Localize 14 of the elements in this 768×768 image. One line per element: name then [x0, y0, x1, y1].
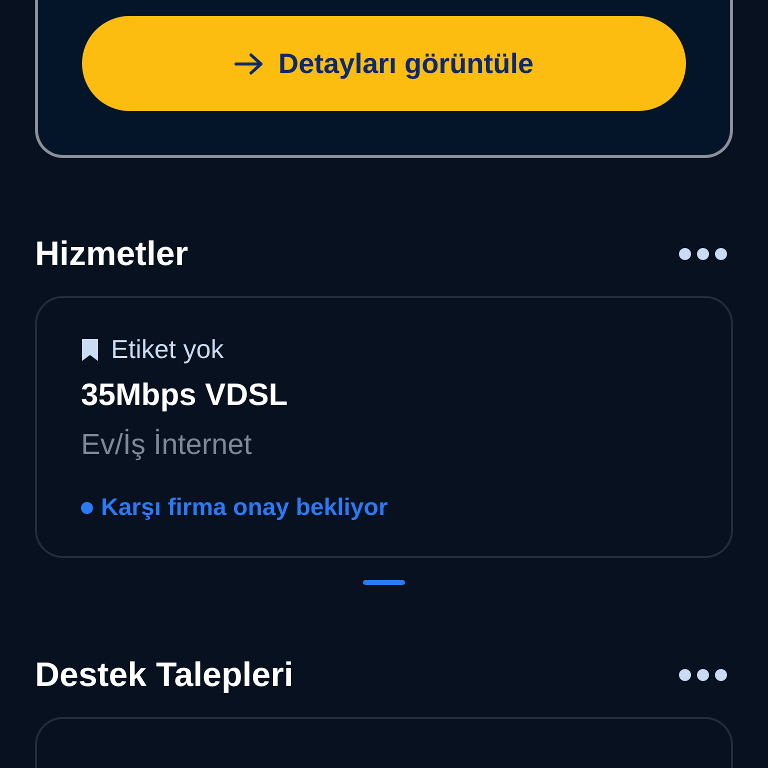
tag-label: Etiket yok	[111, 334, 224, 365]
section-title: Hizmetler	[35, 234, 188, 274]
status-dot	[81, 502, 93, 514]
section-title: Destek Talepleri	[35, 656, 294, 694]
service-card[interactable]: Etiket yok 35Mbps VDSL Ev/İş İnternet Karşı firma onay bekliyor	[35, 296, 733, 558]
page-indicator	[363, 580, 405, 585]
bookmark-icon	[81, 338, 99, 362]
details-button[interactable]: Detayları görüntüle	[82, 16, 686, 111]
service-category: Ev/İş İnternet	[81, 429, 253, 462]
more-icon[interactable]	[678, 668, 728, 682]
more-icon[interactable]	[678, 247, 728, 261]
status-text: Karşı firma onay bekliyor	[101, 494, 388, 522]
service-name: 35Mbps VDSL	[81, 377, 289, 413]
arrow-right-icon	[234, 52, 264, 76]
